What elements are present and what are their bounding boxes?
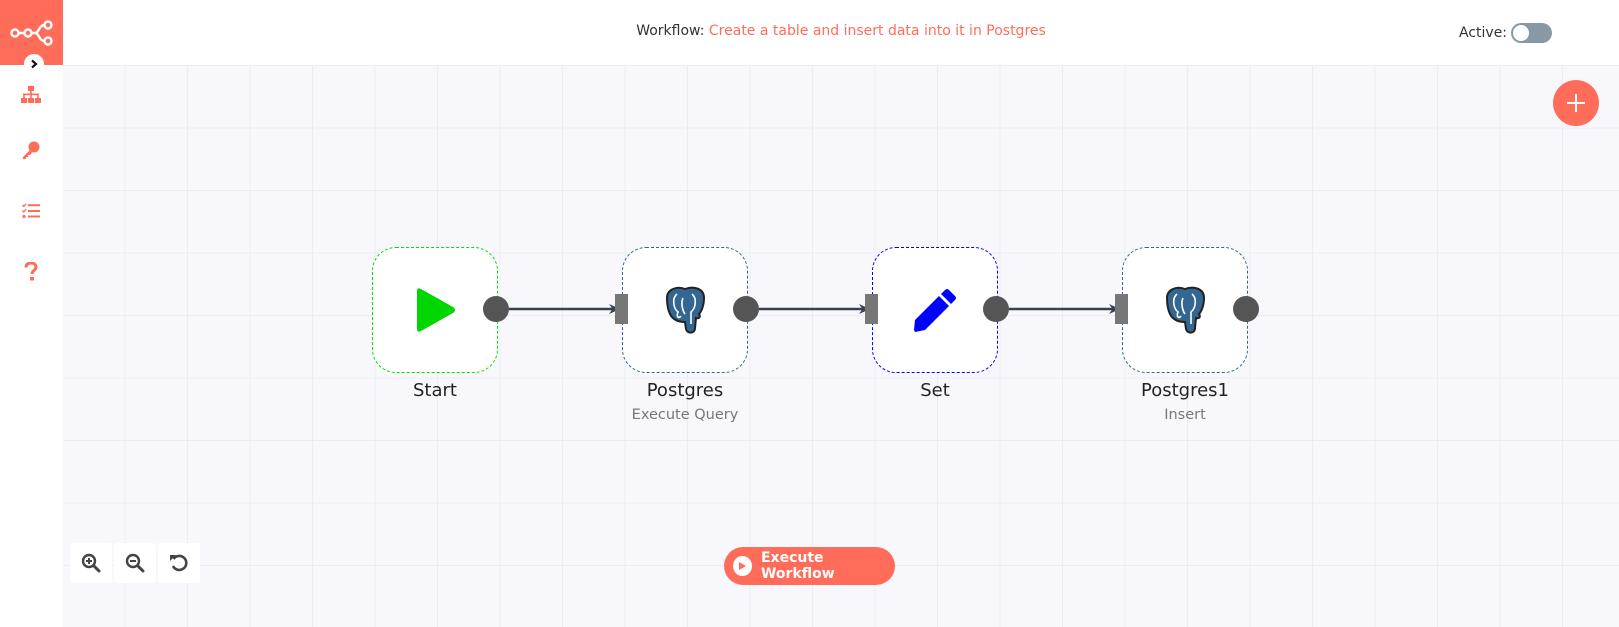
tasks-list-icon: [22, 203, 40, 219]
node-start[interactable]: [372, 247, 498, 373]
node-postgres1-input[interactable]: [1115, 294, 1128, 324]
plus-icon: [1567, 94, 1585, 112]
node-set-label: Set: [920, 380, 950, 401]
play-icon: [417, 288, 455, 332]
node-postgres-subtitle: Execute Query: [631, 407, 739, 423]
node-start-label: Start: [413, 380, 457, 401]
play-circle-icon: [733, 556, 752, 576]
node-postgres1-output[interactable]: [1233, 296, 1259, 322]
node-postgres[interactable]: [622, 247, 748, 373]
postgres-elephant-icon: [665, 286, 706, 334]
expand-sidebar-button[interactable]: [24, 54, 44, 74]
zoom-in-button[interactable]: [70, 543, 112, 583]
node-postgres-input[interactable]: [615, 294, 628, 324]
execute-workflow-button[interactable]: Execute Workflow: [724, 547, 895, 585]
zoom-in-icon: [81, 553, 101, 573]
node-set-input[interactable]: [865, 294, 878, 324]
question-icon: [24, 261, 38, 280]
node-set-output[interactable]: [983, 296, 1009, 322]
n8n-logo-icon: [9, 19, 53, 46]
network-icon: [21, 86, 41, 103]
reset-zoom-button[interactable]: [158, 543, 200, 583]
node-postgres1-subtitle: Insert: [1164, 407, 1206, 423]
header: Workflow: Create a table and insert data…: [63, 0, 1619, 65]
node-postgres-label: Postgres: [646, 380, 724, 401]
node-postgres1[interactable]: [1122, 247, 1248, 373]
n8n-editor: Workflow: Create a table and insert data…: [0, 0, 1619, 627]
zoom-controls: [70, 543, 200, 583]
node-set[interactable]: [872, 247, 998, 373]
active-label: Active:: [1459, 25, 1508, 41]
workflow-label: Workflow:: [636, 23, 705, 39]
sidebar-item-workflows[interactable]: [14, 78, 48, 112]
sidebar-item-credentials[interactable]: [14, 133, 48, 167]
reset-zoom-icon: [170, 554, 188, 572]
node-postgres1-label: Postgres1: [1141, 380, 1229, 401]
key-icon: [23, 141, 40, 159]
node-postgres-output[interactable]: [733, 296, 759, 322]
toggle-knob: [1513, 25, 1530, 41]
workflow-name[interactable]: Create a table and insert data into it i…: [709, 23, 1046, 39]
node-start-output[interactable]: [483, 296, 509, 322]
sidebar-item-executions[interactable]: [14, 194, 48, 228]
sidebar-item-help[interactable]: [14, 254, 48, 288]
postgres-elephant-icon: [1165, 286, 1206, 334]
execute-workflow-label: Execute Workflow: [760, 550, 835, 582]
active-control: Active:: [1459, 23, 1553, 43]
pencil-icon: [914, 289, 956, 332]
chevron-right-icon: [31, 59, 38, 69]
workflow-title: Workflow: Create a table and insert data…: [63, 23, 1619, 39]
sidebar: [0, 0, 63, 627]
zoom-out-button[interactable]: [114, 543, 156, 583]
active-toggle[interactable]: [1511, 23, 1553, 43]
workflow-canvas[interactable]: [63, 65, 1619, 627]
zoom-out-icon: [125, 553, 145, 573]
add-node-button[interactable]: [1553, 80, 1599, 126]
